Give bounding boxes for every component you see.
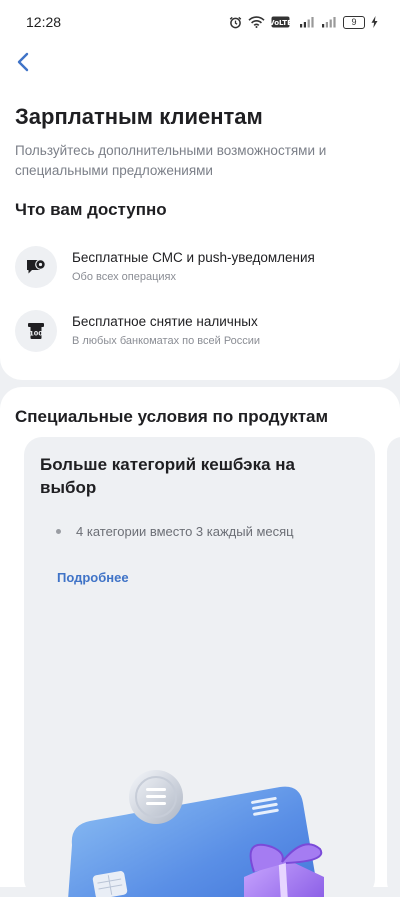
products-heading: Специальные условия по продуктам: [15, 407, 329, 426]
benefits-heading: Что вам доступно: [15, 200, 167, 219]
cashback-product-card[interactable]: Больше категорий кешбэка на выбор 4 кате…: [24, 437, 375, 897]
wifi-icon: [248, 16, 265, 28]
page-title: Зарплатным клиентам: [15, 104, 263, 129]
benefit-title: Бесплатное снятие наличных: [72, 314, 258, 329]
benefit-item-sms: Бесплатные СМС и push-уведомления Обо вс…: [15, 245, 385, 289]
products-section: Специальные условия по продуктам Больше …: [0, 387, 400, 897]
benefit-title: Бесплатные СМС и push-уведомления: [72, 250, 315, 265]
atm-cash-icon: 100: [15, 310, 57, 352]
status-time: 12:28: [26, 14, 62, 30]
alarm-icon: [229, 16, 242, 29]
more-details-link[interactable]: Подробнее: [57, 570, 129, 585]
page-subtitle: Пользуйтесь дополнительными возможностям…: [15, 143, 327, 178]
volte-icon: VoLTE: [271, 16, 293, 28]
product-bullet-item: 4 категории вместо 3 каждый месяц: [56, 524, 294, 539]
benefit-description: В любых банкоматах по всей России: [72, 335, 261, 347]
svg-text:100: 100: [29, 330, 43, 338]
product-card-title: Больше категорий кешбэка на выбор: [40, 455, 295, 497]
top-card: Зарплатным клиентам Пользуйтесь дополнит…: [0, 44, 400, 380]
benefit-description: Обо всех операциях: [72, 271, 177, 283]
signal-icon: [299, 16, 315, 28]
charging-icon: [371, 16, 378, 28]
svg-text:VoLTE: VoLTE: [271, 19, 292, 27]
chevron-left-icon[interactable]: [16, 52, 30, 72]
status-bar: 12:28 VoLTE 9: [0, 0, 400, 44]
next-product-card[interactable]: [387, 437, 400, 897]
bullet-dot: [56, 529, 61, 534]
bank-card-illustration: [68, 770, 324, 897]
bullet-text: 4 категории вместо 3 каждый месяц: [76, 524, 294, 539]
benefit-item-cash: 100 Бесплатное снятие наличных В любых б…: [15, 309, 385, 353]
bell-message-icon: [15, 246, 57, 288]
back-button[interactable]: [12, 51, 34, 73]
signal-icon-2: [321, 16, 337, 28]
status-icons: VoLTE 9: [229, 15, 378, 29]
battery-icon: 9: [343, 15, 365, 29]
